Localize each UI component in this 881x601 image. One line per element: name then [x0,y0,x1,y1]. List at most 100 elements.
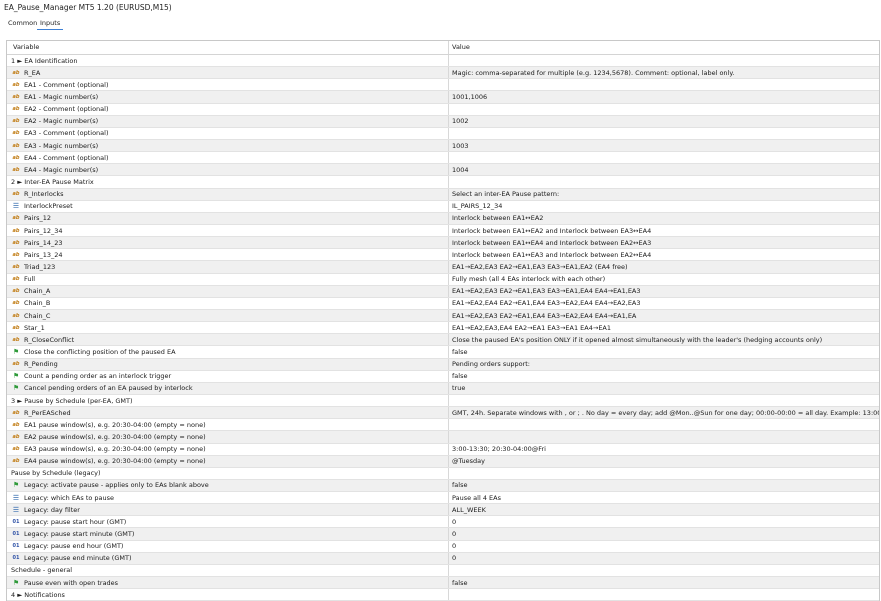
parameter-value[interactable] [448,152,879,164]
section-row[interactable]: 4 ► Notifications [7,589,879,601]
parameter-value[interactable]: 1002 [448,115,879,127]
column-header-value[interactable]: Value [448,41,879,54]
parameter-row[interactable]: ab EA1 - Comment (optional) [7,79,879,92]
parameter-row[interactable]: ab R_CloseConflict Close the paused EA's p… [7,334,879,347]
parameter-value[interactable]: EA1→EA2,EA4 EA2→EA1,EA4 EA3→EA2,EA4 EA4→… [448,297,879,309]
section-row[interactable]: 1 ► EA Identification [7,55,879,68]
parameter-row[interactable]: ab EA1 - Magic number(s) 1001,1006 [7,91,879,104]
parameter-row[interactable]: ab R_EA Magic: comma-separated for multipl… [7,67,879,80]
parameter-value[interactable]: 1003 [448,139,879,152]
parameter-value[interactable]: Select an inter-EA Pause pattern: [448,188,879,200]
string-type-icon: ab [12,288,20,295]
parameter-value[interactable]: Interlock between EA1↔EA4 and Interlock … [448,237,879,249]
parameter-value[interactable]: 0 [448,528,879,540]
parameter-value[interactable]: Magic: comma-separated for multiple (e.g… [448,67,879,79]
parameter-value[interactable]: GMT, 24h. Separate windows with , or ; .… [448,407,879,419]
parameter-value[interactable]: Close the paused EA's position ONLY if i… [448,334,879,346]
parameter-row[interactable]: ☰ Legacy: day filter ALL_WEEK [7,504,879,517]
parameter-row[interactable]: ab Pairs_13_24 Interlock between EA1↔EA3 a… [7,249,879,262]
parameter-value[interactable]: EA1→EA2,EA3 EA2→EA1,EA4 EA3→EA2,EA4 EA4→… [448,309,879,322]
grid-header: Variable Value [7,41,879,55]
parameter-name: 2 ► Inter-EA Pause Matrix [11,177,94,186]
parameter-value[interactable]: 0 [448,552,879,564]
parameter-row[interactable]: ab Triad_123 EA1→EA2,EA3 EA2→EA1,EA3 EA3→E… [7,261,879,274]
parameter-row[interactable]: ⚑ Count a pending order as an interlock t… [7,370,879,383]
parameter-row[interactable]: 01 Legacy: pause start minute (GMT) 0 [7,528,879,541]
parameter-name: Triad_123 [24,262,56,271]
section-row[interactable]: 3 ► Pause by Schedule (per-EA, GMT) [7,394,879,408]
section-row[interactable]: Schedule - general [7,564,879,578]
parameter-value[interactable]: ALL_WEEK [448,504,879,516]
parameter-row[interactable]: ☰ Legacy: which EAs to pause Pause all 4 E… [7,492,879,505]
parameter-value[interactable]: 0 [448,540,879,552]
parameter-value[interactable]: 1001,1006 [448,91,879,103]
parameter-row[interactable]: ab EA2 - Comment (optional) [7,103,879,116]
parameter-name: R_CloseConflict [24,335,75,344]
parameter-value[interactable]: 3:00-13:30; 20:30-04:00@Fri [448,443,879,455]
parameter-row[interactable]: ab Pairs_12 Interlock between EA1↔EA2 [7,212,879,225]
parameter-value[interactable]: false [448,479,879,492]
parameter-row[interactable]: 01 Legacy: pause end hour (GMT) 0 [7,540,879,553]
parameter-value[interactable]: Interlock between EA1↔EA2 and Interlock … [448,224,879,237]
parameter-row[interactable]: ab EA3 pause window(s), e.g. 20:30-04:00 … [7,443,879,456]
parameter-name: Legacy: pause end hour (GMT) [24,542,124,551]
parameter-row[interactable]: ab Chain_C EA1→EA2,EA3 EA2→EA1,EA4 EA3→EA2… [7,309,879,323]
parameter-row[interactable]: ab Pairs_14_23 Interlock between EA1↔EA4 a… [7,237,879,250]
parameter-row[interactable]: ab R_PerEASched GMT, 24h. Separate windows… [7,407,879,420]
parameter-value[interactable]: Fully mesh (all 4 EAs interlock with eac… [448,273,879,285]
parameter-value[interactable]: EA1→EA2,EA3 EA2→EA1,EA3 EA3→EA1,EA4 EA4→… [448,285,879,297]
parameter-row[interactable]: ab EA2 pause window(s), e.g. 20:30-04:00 … [7,431,879,444]
parameter-value[interactable]: Pause all 4 EAs [448,492,879,504]
string-type-icon: ab [12,312,20,319]
parameter-value[interactable]: Interlock between EA1↔EA3 and Interlock … [448,249,879,261]
parameter-value[interactable]: false [448,370,879,382]
parameter-value[interactable]: 0 [448,516,879,528]
parameter-row[interactable]: ab EA1 pause window(s), e.g. 20:30-04:00 … [7,419,879,432]
parameter-row[interactable]: ab R_Interlocks Select an inter-EA Pause p… [7,188,879,201]
parameter-row[interactable]: ab EA2 - Magic number(s) 1002 [7,115,879,128]
parameter-value[interactable]: Interlock between EA1↔EA2 [448,212,879,224]
tab-common[interactable]: Common [5,18,40,29]
parameter-row[interactable]: ⚑ Legacy: activate pause - applies only t… [7,479,879,493]
parameter-row[interactable]: ab EA4 - Magic number(s) 1004 [7,164,879,177]
parameter-value[interactable]: 1004 [448,164,879,176]
parameter-row[interactable]: ab Chain_A EA1→EA2,EA3 EA2→EA1,EA3 EA3→EA1… [7,285,879,298]
string-type-icon: ab [12,69,20,76]
parameter-value[interactable]: EA1→EA2,EA3,EA4 EA2→EA1 EA3→EA1 EA4→EA1 [448,322,879,334]
parameter-name: Close the conflicting position of the pa… [24,347,176,356]
parameter-value[interactable]: @Tuesday [448,455,879,467]
parameter-row[interactable]: 01 Legacy: pause end minute (GMT) 0 [7,552,879,565]
parameter-value[interactable] [448,431,879,443]
parameter-value[interactable]: IL_PAIRS_12_34 [448,200,879,212]
parameter-row[interactable]: ⚑ Pause even with open trades false [7,577,879,590]
parameter-row[interactable]: ⚑ Close the conflicting position of the p… [7,346,879,359]
parameter-row[interactable]: ab Star_1 EA1→EA2,EA3,EA4 EA2→EA1 EA3→EA1 … [7,322,879,335]
parameter-row[interactable]: ☰ InterlockPreset IL_PAIRS_12_34 [7,200,879,213]
parameter-value[interactable]: true [448,382,879,394]
parameter-row[interactable]: ab EA3 - Magic number(s) 1003 [7,139,879,153]
parameter-row[interactable]: 01 Legacy: pause start hour (GMT) 0 [7,516,879,529]
parameter-value[interactable] [448,127,879,139]
parameter-row[interactable]: ⚑ Cancel pending orders of an EA paused b… [7,382,879,395]
tab-inputs[interactable]: Inputs [37,18,64,30]
parameter-value[interactable]: false [448,577,879,589]
parameter-row[interactable]: ab EA4 pause window(s), e.g. 20:30-04:00 … [7,455,879,468]
parameter-row[interactable]: ab Chain_B EA1→EA2,EA4 EA2→EA1,EA4 EA3→EA2… [7,297,879,310]
parameter-row[interactable]: ab Full Fully mesh (all 4 EAs interlock wi… [7,273,879,286]
parameter-name-cell: ab Star_1 [7,322,447,333]
bool-flag-icon: ⚑ [12,578,20,587]
parameter-row[interactable]: ab R_Pending Pending orders support: [7,358,879,371]
parameter-value[interactable] [448,103,879,115]
parameter-value[interactable]: EA1→EA2,EA3 EA2→EA1,EA3 EA3→EA1,EA2 (EA4… [448,261,879,273]
parameter-value[interactable]: false [448,346,879,358]
parameter-value[interactable]: Pending orders support: [448,358,879,370]
column-header-variable[interactable]: Variable [7,41,453,54]
parameter-value[interactable] [448,419,879,431]
section-row[interactable]: Pause by Schedule (legacy) [7,467,879,480]
section-row[interactable]: 2 ► Inter-EA Pause Matrix [7,176,879,189]
parameter-name-cell: 1 ► EA Identification [7,55,451,66]
parameter-row[interactable]: ab EA3 - Comment (optional) [7,127,879,140]
parameter-row[interactable]: ab Pairs_12_34 Interlock between EA1↔EA2 a… [7,224,879,238]
parameter-value[interactable] [448,79,879,91]
parameter-row[interactable]: ab EA4 - Comment (optional) [7,152,879,165]
